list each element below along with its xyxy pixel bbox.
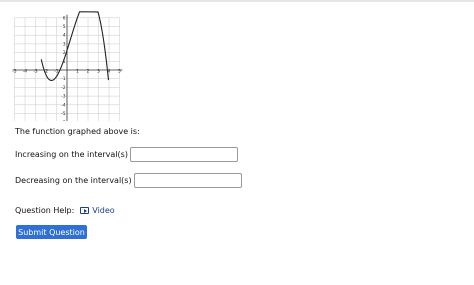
increasing-input[interactable] xyxy=(129,147,238,162)
increasing-row: Increasing on the interval(s) xyxy=(15,147,238,162)
decreasing-row: Decreasing on the interval(s) xyxy=(15,173,242,188)
video-link-label: Video xyxy=(92,206,115,215)
increasing-label: Increasing on the interval(s) xyxy=(15,150,128,159)
question-help-label: Question Help: xyxy=(15,206,75,215)
y-tick-label: -4 xyxy=(61,102,66,107)
x-tick-label: -4 xyxy=(23,69,28,74)
question-prompt: The function graphed above is: xyxy=(15,127,140,136)
x-tick-label: 3 xyxy=(97,69,100,74)
decreasing-label: Decreasing on the interval(s) xyxy=(15,176,132,185)
y-tick-label: 5 xyxy=(63,24,66,29)
x-tick-label: 2 xyxy=(87,69,90,74)
x-tick-label: 1 xyxy=(76,69,79,74)
y-tick-label: 6 xyxy=(63,15,66,20)
video-link[interactable]: Video xyxy=(80,206,115,215)
question-help: Question Help: Video xyxy=(15,206,115,215)
y-tick-label: 4 xyxy=(63,33,66,38)
play-icon xyxy=(80,207,90,214)
y-tick-label: -3 xyxy=(61,94,66,99)
y-tick-label: -6 xyxy=(61,120,66,121)
x-tick-label: -3 xyxy=(33,69,38,74)
y-tick-label: -5 xyxy=(61,111,66,116)
x-tick-label: 5 xyxy=(118,69,121,74)
submit-question-button[interactable]: Submit Question xyxy=(16,225,87,239)
function-graph: -5-4-3-2-112345654321-1-2-3-4-5-6 xyxy=(12,11,123,121)
y-tick-label: -1 xyxy=(61,76,66,81)
y-tick-label: -2 xyxy=(61,85,66,90)
y-tick-label: 3 xyxy=(63,41,66,46)
decreasing-input[interactable] xyxy=(133,173,242,188)
question-page: -5-4-3-2-112345654321-1-2-3-4-5-6 The fu… xyxy=(0,0,474,285)
top-divider xyxy=(0,0,474,2)
x-tick-label: -5 xyxy=(12,69,17,74)
